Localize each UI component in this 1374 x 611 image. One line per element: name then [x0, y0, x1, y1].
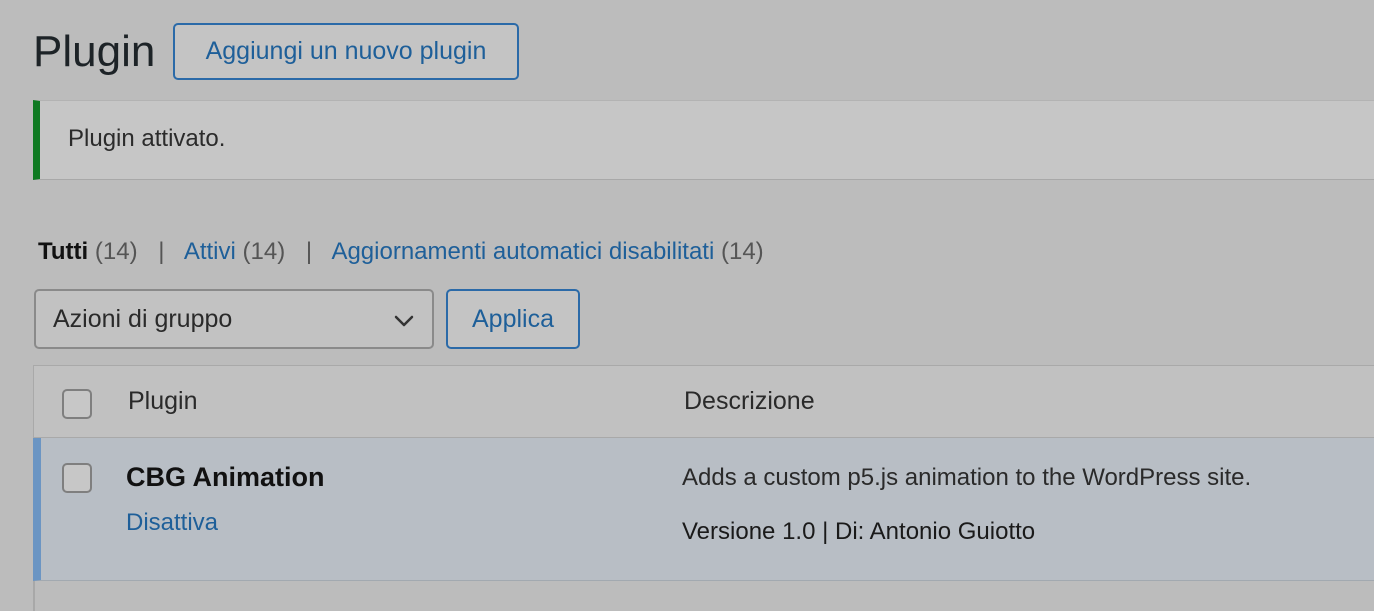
- bulk-actions-value: Azioni di gruppo: [53, 305, 233, 333]
- column-header-description: Descrizione: [684, 387, 815, 415]
- filter-all[interactable]: Tutti: [38, 238, 88, 265]
- success-notice: Plugin attivato.: [33, 100, 1374, 180]
- plugin-meta: Versione 1.0 | Di: Antonio Guiotto: [682, 518, 1036, 545]
- row-checkbox[interactable]: [62, 463, 92, 493]
- filter-active-count: (14): [242, 238, 286, 265]
- plugin-status-filters: Tutti (14) | Attivi (14) | Aggiornamenti…: [38, 238, 764, 266]
- page-title: Plugin: [33, 27, 156, 76]
- apply-button[interactable]: Applica: [446, 289, 580, 349]
- filter-separator: |: [305, 238, 313, 265]
- filter-auto-updates-count: (14): [720, 238, 764, 265]
- filter-all-count: (14): [94, 238, 138, 265]
- table-header: Plugin Descrizione: [33, 365, 1374, 438]
- add-new-plugin-button[interactable]: Aggiungi un nuovo plugin: [173, 23, 519, 80]
- filter-active[interactable]: Attivi: [184, 238, 236, 265]
- bulk-actions-select[interactable]: Azioni di gruppo: [34, 289, 434, 349]
- select-all-checkbox[interactable]: [62, 389, 92, 419]
- notice-message: Plugin attivato.: [68, 125, 226, 152]
- plugin-description: Adds a custom p5.js animation to the Wor…: [682, 464, 1252, 491]
- chevron-down-icon: [394, 315, 414, 327]
- table-row: [33, 581, 1374, 611]
- filter-separator: |: [158, 238, 165, 265]
- plugin-name: CBG Animation: [126, 462, 325, 492]
- deactivate-link[interactable]: Disattiva: [126, 509, 218, 537]
- table-row: CBG Animation Disattiva Adds a custom p5…: [33, 438, 1374, 581]
- column-header-plugin[interactable]: Plugin: [128, 387, 198, 416]
- filter-auto-updates-disabled[interactable]: Aggiornamenti automatici disabilitati: [331, 238, 714, 265]
